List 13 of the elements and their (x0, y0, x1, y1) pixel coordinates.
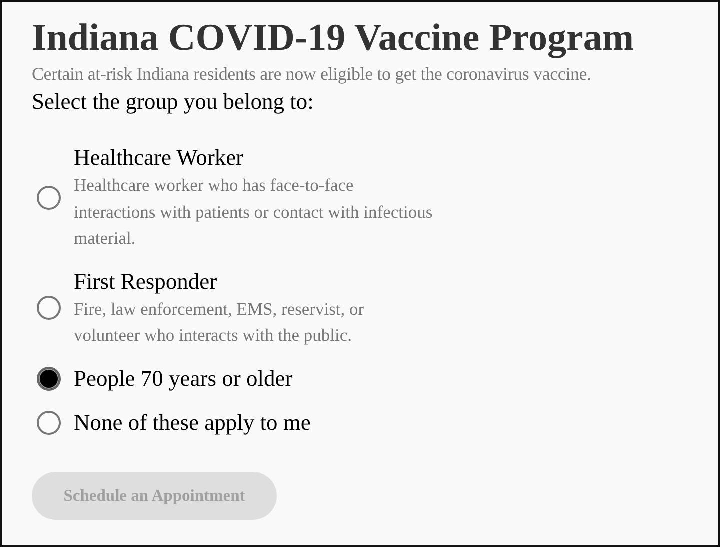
option-label[interactable]: People 70 years or older (74, 364, 434, 392)
radio-button[interactable] (37, 410, 61, 434)
subtitle: Certain at-risk Indiana residents are now eligible to get the coronavirus vaccine. (32, 63, 592, 86)
page-title: Indiana COVID-19 Vaccine Program (32, 16, 636, 60)
option-description: Healthcare worker who has face-to-face interactions with patients or contact with infectious material. (74, 174, 434, 250)
group-prompt: Select the group you belong to: (32, 88, 315, 116)
radio-button[interactable] (37, 366, 61, 390)
option-label[interactable]: Healthcare Worker (74, 144, 434, 172)
radio-button[interactable] (37, 186, 61, 210)
radio-button[interactable] (37, 296, 61, 320)
option-description: Fire, law enforcement, EMS, reservist, or volunteer who interacts with the public. (74, 298, 366, 347)
option-label[interactable]: None of these apply to me (74, 408, 434, 436)
option-label[interactable]: First Responder (74, 268, 434, 296)
